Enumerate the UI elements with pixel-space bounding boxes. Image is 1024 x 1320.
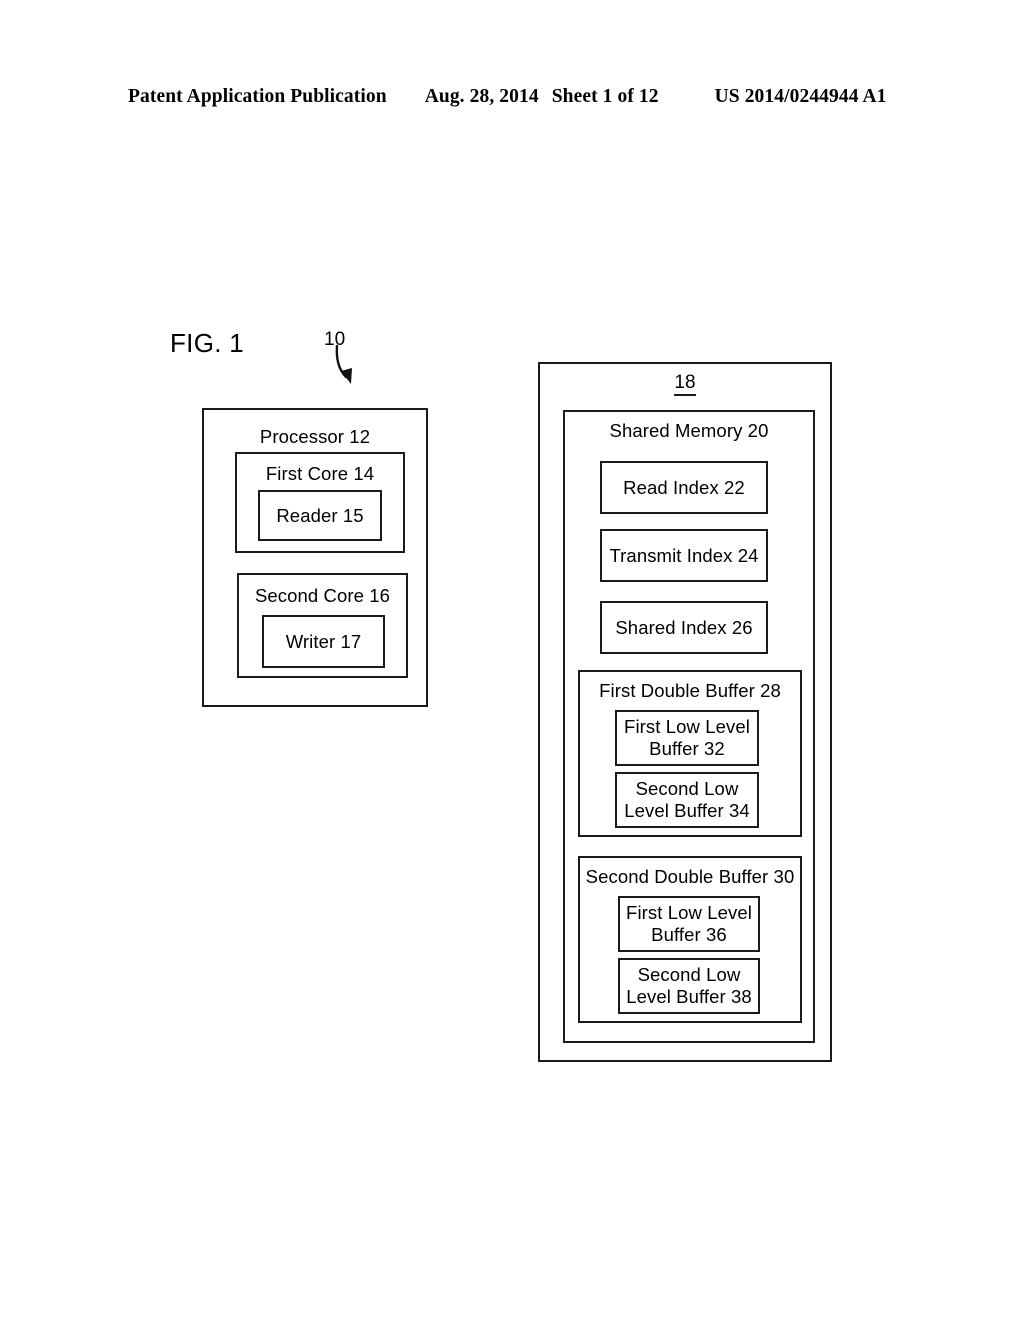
first-low-level-buffer-36-label: First Low Level Buffer 36 <box>626 901 752 945</box>
first-core-label: First Core 14 <box>265 463 375 484</box>
shared-index-box: Shared Index 26 <box>600 601 768 654</box>
system-reference-label: 18 <box>540 372 830 396</box>
shared-index-label: Shared Index 26 <box>615 616 753 638</box>
patent-number: US 2014/0244944 A1 <box>714 86 887 107</box>
writer-box: Writer 17 <box>262 615 385 668</box>
second-core-label: Second Core 16 <box>254 585 391 606</box>
reference-leader-arrow-icon <box>335 344 352 384</box>
second-low-level-buffer-38-label: Second Low Level Buffer 38 <box>626 963 752 1007</box>
transmit-index-box: Transmit Index 24 <box>600 529 768 582</box>
first-low-level-buffer-36-box: First Low Level Buffer 36 <box>618 896 760 952</box>
figure-label: FIG. 1 <box>170 328 245 358</box>
publication-date: Aug. 28, 2014 <box>424 86 539 107</box>
second-low-level-buffer-34-box: Second Low Level Buffer 34 <box>615 772 759 828</box>
second-low-level-buffer-34-label: Second Low Level Buffer 34 <box>624 777 750 821</box>
read-index-label: Read Index 22 <box>623 476 745 498</box>
reader-box: Reader 15 <box>258 490 382 541</box>
reader-label: Reader 15 <box>276 504 364 526</box>
publication-title: Patent Application Publication <box>128 86 387 107</box>
processor-label: Processor 12 <box>259 426 371 447</box>
second-low-level-buffer-38-box: Second Low Level Buffer 38 <box>618 958 760 1014</box>
first-low-level-buffer-32-label: First Low Level Buffer 32 <box>624 715 750 759</box>
first-low-level-buffer-32-box: First Low Level Buffer 32 <box>615 710 759 766</box>
system-reference-value: 18 <box>674 372 696 396</box>
sheet-number: Sheet 1 of 12 <box>551 86 659 107</box>
second-double-buffer-label: Second Double Buffer 30 <box>585 866 795 887</box>
first-double-buffer-label: First Double Buffer 28 <box>599 680 781 701</box>
page-header: Patent Application Publication Aug. 28, … <box>128 86 896 116</box>
read-index-box: Read Index 22 <box>600 461 768 514</box>
writer-label: Writer 17 <box>285 630 362 652</box>
transmit-index-label: Transmit Index 24 <box>609 544 759 566</box>
shared-memory-label: Shared Memory 20 <box>609 420 769 441</box>
